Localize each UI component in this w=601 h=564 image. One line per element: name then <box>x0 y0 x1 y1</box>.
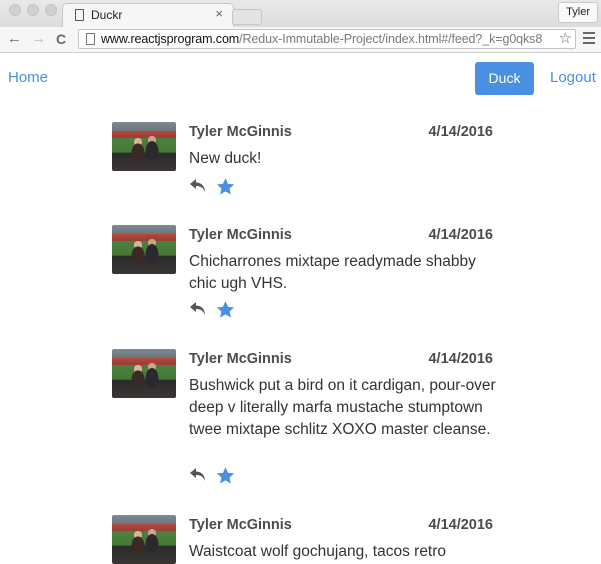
author-name: Tyler McGinnis <box>189 124 292 140</box>
reply-icon[interactable] <box>189 301 207 317</box>
url-path: /Redux-Immutable-Project/index.html#/fee… <box>239 32 543 46</box>
url-host: www.reactjsprogram.com <box>101 32 240 46</box>
reload-icon[interactable]: C <box>56 29 66 49</box>
window-minimize-button[interactable] <box>27 4 39 16</box>
avatar <box>112 122 176 171</box>
duck-date: 4/14/2016 <box>428 124 493 140</box>
author-name: Tyler McGinnis <box>189 517 292 533</box>
duck-text: Waistcoat wolf gochujang, tacos retro <box>189 543 447 560</box>
browser-tab[interactable]: Duckr × <box>62 3 234 27</box>
duck-text: Chicharrones mixtape readymade shabby ch… <box>189 253 476 292</box>
duck-date: 4/14/2016 <box>428 227 493 243</box>
avatar <box>112 515 176 564</box>
avatar <box>112 225 176 274</box>
author-name: Tyler McGinnis <box>189 227 292 243</box>
url-text: www.reactjsprogram.com/Redux-Immutable-P… <box>101 32 542 46</box>
window-close-button[interactable] <box>9 4 21 16</box>
window-zoom-button[interactable] <box>45 4 57 16</box>
author-name: Tyler McGinnis <box>189 351 292 367</box>
duck-date: 4/14/2016 <box>428 517 493 533</box>
page-icon <box>75 9 84 21</box>
star-icon[interactable] <box>215 177 236 197</box>
reply-icon[interactable] <box>189 178 207 194</box>
duck-text: Bushwick put a bird on it cardigan, pour… <box>189 377 496 438</box>
home-link[interactable]: Home <box>8 69 48 86</box>
duck-button[interactable]: Duck <box>475 62 534 95</box>
profile-button[interactable]: Tyler <box>558 2 598 23</box>
new-tab-button[interactable] <box>232 9 262 25</box>
hamburger-menu-icon[interactable] <box>583 32 595 47</box>
forward-icon[interactable]: → <box>31 29 46 49</box>
star-icon[interactable] <box>215 300 236 320</box>
browser-toolbar: ← → C www.reactjsprogram.com/Redux-Immut… <box>0 27 601 53</box>
address-bar[interactable]: www.reactjsprogram.com/Redux-Immutable-P… <box>78 29 576 49</box>
browser-tab-bar: Duckr × Tyler <box>0 0 601 27</box>
avatar <box>112 349 176 398</box>
duck-date: 4/14/2016 <box>428 351 493 367</box>
logout-link[interactable]: Logout <box>550 69 596 86</box>
page-icon <box>86 33 95 45</box>
reply-icon[interactable] <box>189 467 207 483</box>
tab-close-icon[interactable]: × <box>215 6 223 21</box>
back-icon[interactable]: ← <box>7 29 22 49</box>
tab-title: Duckr <box>91 8 123 22</box>
bookmark-star-icon[interactable]: ☆ <box>559 30 572 47</box>
duck-text: New duck! <box>189 150 262 167</box>
star-icon[interactable] <box>215 466 236 486</box>
